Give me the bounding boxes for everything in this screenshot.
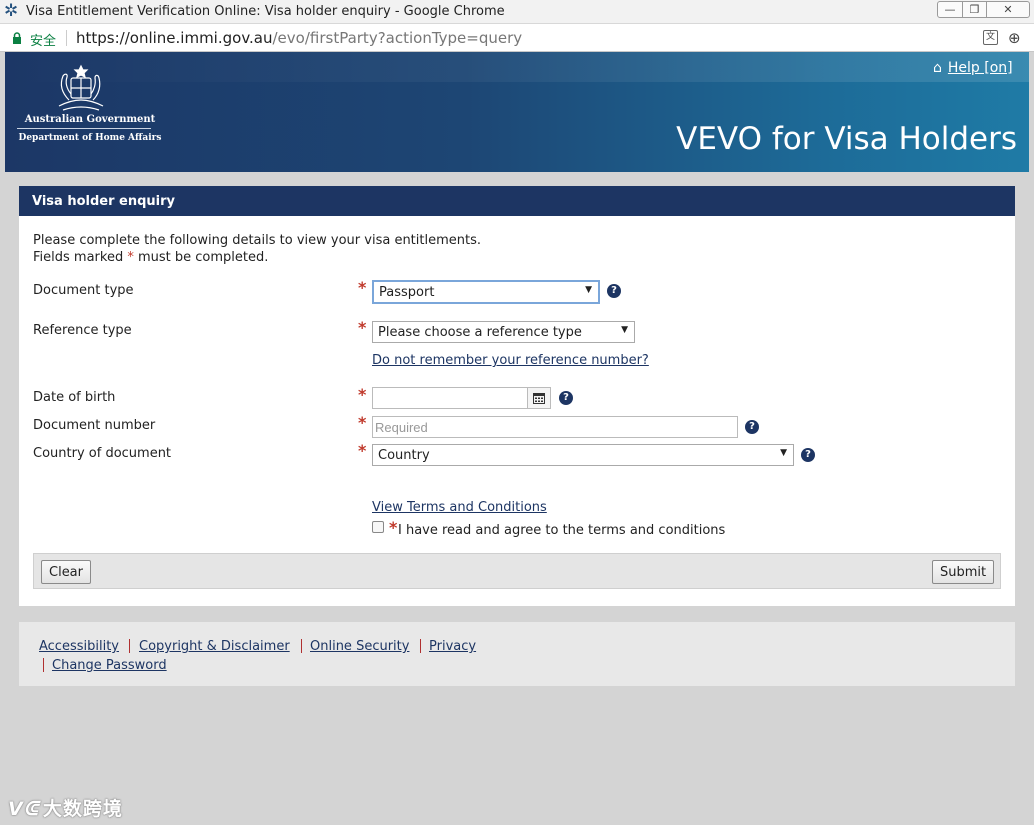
- calendar-button[interactable]: [527, 387, 551, 409]
- document-number-required-star: *: [358, 413, 367, 432]
- calendar-icon: [533, 393, 545, 404]
- agree-required-star: *: [389, 518, 398, 537]
- footer-link-copyright[interactable]: Copyright & Disclaimer: [139, 639, 290, 654]
- footer-separator: [420, 639, 421, 653]
- date-of-birth-input[interactable]: [372, 387, 528, 409]
- help-label: Help [on]: [947, 60, 1013, 76]
- enquiry-panel: Visa holder enquiry Please complete the …: [19, 186, 1015, 606]
- window-title: Visa Entitlement Verification Online: Vi…: [26, 4, 505, 19]
- document-number-label: Document number: [33, 418, 156, 433]
- date-of-birth-help-icon[interactable]: ?: [559, 391, 573, 405]
- reference-type-label: Reference type: [33, 323, 132, 338]
- translate-icon[interactable]: 文: [983, 30, 998, 45]
- site-banner: Australian Government Department of Home…: [5, 52, 1029, 172]
- country-select[interactable]: Country ▼: [372, 444, 794, 466]
- url-path: /evo/firstParty?actionType=query: [272, 29, 523, 47]
- chevron-down-icon: ▼: [621, 325, 628, 335]
- url-host: https://online.immi.gov.au: [76, 29, 273, 47]
- intro-text: Please complete the following details to…: [33, 232, 481, 266]
- terms-link[interactable]: View Terms and Conditions: [372, 500, 547, 515]
- country-help-icon[interactable]: ?: [801, 448, 815, 462]
- coat-of-arms-icon: [58, 64, 104, 111]
- window-title-bar: ✲ Visa Entitlement Verification Online: …: [0, 0, 1034, 24]
- government-name: Australian Government: [24, 114, 156, 125]
- date-of-birth-label: Date of birth: [33, 390, 116, 405]
- url-field[interactable]: https://online.immi.gov.au/evo/firstPart…: [76, 29, 522, 47]
- document-number-help-icon[interactable]: ?: [745, 420, 759, 434]
- reference-type-value: Please choose a reference type: [378, 325, 582, 340]
- site-footer: Accessibility Copyright & Disclaimer Onl…: [19, 622, 1015, 686]
- app-title: VEVO for Visa Holders: [676, 121, 1017, 157]
- agree-checkbox[interactable]: [372, 521, 384, 533]
- document-type-select[interactable]: Passport ▼: [372, 280, 600, 304]
- chevron-down-icon: ▼: [780, 448, 787, 458]
- maximize-button[interactable]: ❐: [962, 1, 987, 18]
- intro-line-2-after: must be completed.: [133, 250, 269, 265]
- watermark-logo: ᐯᕳ: [8, 798, 39, 820]
- chevron-down-icon: ▼: [585, 285, 592, 295]
- footer-link-online-security[interactable]: Online Security: [310, 639, 409, 654]
- country-required-star: *: [358, 441, 367, 460]
- address-bar: 安全 https://online.immi.gov.au/evo/firstP…: [0, 24, 1034, 52]
- intro-line-2-before: Fields marked: [33, 250, 128, 265]
- address-separator: [66, 30, 67, 46]
- country-of-document-label: Country of document: [33, 446, 172, 461]
- country-value: Country: [378, 448, 430, 463]
- document-type-label: Document type: [33, 283, 134, 298]
- document-number-input[interactable]: [372, 416, 738, 438]
- footer-separator: [43, 658, 44, 672]
- date-of-birth-required-star: *: [358, 385, 367, 404]
- footer-link-change-password[interactable]: Change Password: [52, 658, 167, 673]
- help-link[interactable]: ⌂ Help [on]: [933, 60, 1013, 76]
- page-content: Australian Government Department of Home…: [5, 52, 1029, 820]
- watermark: ᐯᕳ 大数跨境: [8, 794, 123, 821]
- home-icon: ⌂: [933, 60, 942, 76]
- gov-divider: [17, 128, 151, 129]
- footer-separator: [129, 639, 130, 653]
- document-type-help-icon[interactable]: ?: [607, 284, 621, 298]
- minimize-button[interactable]: —: [937, 1, 963, 18]
- clear-button[interactable]: Clear: [41, 560, 91, 584]
- agree-label: I have read and agree to the terms and c…: [398, 523, 726, 538]
- banner-stripe: [5, 52, 1029, 82]
- panel-header: Visa holder enquiry: [19, 186, 1015, 216]
- submit-button[interactable]: Submit: [932, 560, 995, 584]
- document-type-value: Passport: [379, 285, 435, 300]
- close-window-button[interactable]: ✕: [986, 1, 1030, 18]
- intro-line-1: Please complete the following details to…: [33, 233, 482, 248]
- intro-line-2: Fields marked * must be completed.: [33, 249, 481, 266]
- lock-icon: [13, 32, 21, 44]
- app-gear-icon: ✲: [4, 1, 19, 21]
- forgot-reference-link[interactable]: Do not remember your reference number?: [372, 353, 649, 368]
- footer-link-privacy[interactable]: Privacy: [429, 639, 476, 654]
- form-action-bar: Clear Submit: [33, 553, 1001, 589]
- document-type-required-star: *: [358, 278, 367, 297]
- footer-link-accessibility[interactable]: Accessibility: [39, 639, 119, 654]
- reference-type-select[interactable]: Please choose a reference type ▼: [372, 321, 635, 343]
- department-name: Department of Home Affairs: [18, 133, 162, 143]
- secure-label: 安全: [30, 34, 57, 49]
- zoom-icon[interactable]: ⊕: [1008, 29, 1021, 47]
- footer-separator: [301, 639, 302, 653]
- watermark-text: 大数跨境: [42, 798, 123, 820]
- reference-type-required-star: *: [358, 318, 367, 337]
